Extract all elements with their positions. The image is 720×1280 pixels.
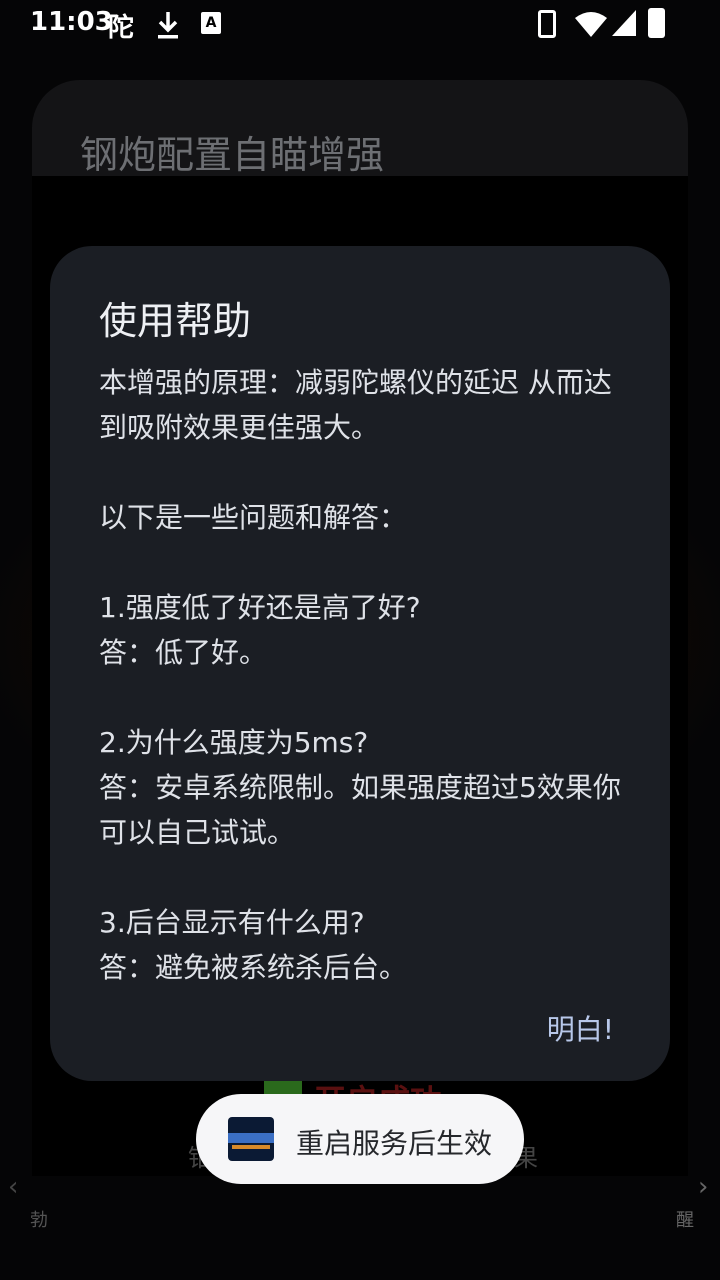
- phone-icon: [538, 10, 556, 38]
- toast: 重启服务后生效: [196, 1094, 524, 1184]
- dialog-line: 本增强的原理：减弱陀螺仪的延迟 从而达到吸附效果更佳强大。: [99, 366, 612, 444]
- chevron-right-icon[interactable]: ›: [698, 1172, 708, 1202]
- wifi-icon: [575, 12, 607, 37]
- help-dialog: 使用帮助 本增强的原理：减弱陀螺仪的延迟 从而达到吸附效果更佳强大。 以下是一些…: [50, 246, 670, 1081]
- dialog-line: 3.后台显示有什么用?: [99, 906, 365, 939]
- status-time: 11:03: [30, 7, 113, 37]
- dialog-line: 2.为什么强度为5ms?: [99, 726, 369, 759]
- dialog-line: 1.强度低了好还是高了好?: [99, 591, 421, 624]
- battery-charging-icon: [648, 8, 665, 38]
- dialog-line: 答：避免被系统杀后台。: [99, 951, 408, 984]
- signal-icon: [612, 10, 636, 36]
- app-logo-icon: [228, 1117, 274, 1161]
- a-badge-icon: A: [201, 12, 221, 34]
- status-bar: 11:03 陀 A: [0, 0, 720, 48]
- download-icon: [158, 12, 178, 39]
- dialog-line: 以下是一些问题和解答：: [99, 501, 408, 534]
- dialog-spacer: [99, 855, 629, 900]
- dialog-spacer: [99, 540, 629, 585]
- dialog-line: 答：低了好。: [99, 636, 268, 669]
- background-edge-text-right: 醒: [676, 1210, 694, 1231]
- understood-button[interactable]: 明白!: [547, 1008, 614, 1048]
- dialog-line: 答：安卓系统限制。如果强度超过5效果你可以自己试试。: [99, 771, 621, 849]
- dialog-spacer: [99, 450, 629, 495]
- background-app-header: 钢炮配置自瞄增强: [32, 80, 688, 177]
- dialog-spacer: [99, 675, 629, 720]
- status-notification-glyph: 陀: [108, 13, 135, 43]
- background-edge-text-left: 勃: [30, 1210, 48, 1231]
- toast-text: 重启服务后生效: [296, 1127, 493, 1160]
- dialog-message: 本增强的原理：减弱陀螺仪的延迟 从而达到吸附效果更佳强大。 以下是一些问题和解答…: [99, 360, 629, 990]
- dialog-title: 使用帮助: [99, 299, 252, 343]
- background-app-title: 钢炮配置自瞄增强: [80, 133, 385, 177]
- chevron-left-icon[interactable]: ‹: [8, 1172, 18, 1202]
